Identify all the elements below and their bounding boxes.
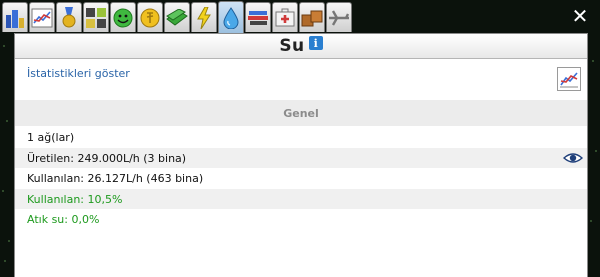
tab-money[interactable] <box>137 2 163 32</box>
show-statistics-link[interactable]: İstatistikleri göster <box>27 67 130 80</box>
info-icon[interactable]: i <box>308 36 323 50</box>
tab-awards[interactable] <box>56 2 82 32</box>
tab-airport[interactable] <box>326 2 352 32</box>
consumed-row: Kullanılan: 26.127L/h (463 bina) <box>27 171 204 185</box>
health-firstaid-icon <box>275 8 295 26</box>
produced-row: Üretilen: 249.000L/h (3 bina) <box>15 148 587 168</box>
tab-city-overview[interactable] <box>2 2 28 32</box>
city-overview-icon <box>6 9 24 28</box>
tab-statistics[interactable] <box>29 2 55 32</box>
coin-icon <box>140 8 160 27</box>
tab-zones[interactable] <box>83 2 109 32</box>
window-title: Su <box>279 36 305 56</box>
eye-icon[interactable] <box>562 151 584 168</box>
zones-grid-icon <box>86 7 106 28</box>
tab-health[interactable] <box>272 2 298 32</box>
airplane-icon <box>329 9 350 26</box>
tab-happiness[interactable] <box>110 2 136 32</box>
section-header-general: Genel <box>15 100 587 126</box>
waste-water-row: Atık su: 0,0% <box>27 212 100 226</box>
tab-water[interactable] <box>218 1 244 33</box>
tab-cargo[interactable] <box>299 2 325 32</box>
networks-row: 1 ağ(lar) <box>27 130 75 144</box>
usage-percent-row: Kullanılan: 10,5% <box>15 189 587 209</box>
close-icon: ✕ <box>571 4 589 28</box>
tab-education[interactable] <box>245 2 271 32</box>
window-title-bar: Su i <box>15 34 587 59</box>
tab-electricity[interactable] <box>191 2 217 32</box>
cargo-boxes-icon <box>301 10 323 26</box>
tab-bar <box>0 0 600 33</box>
close-button[interactable]: ✕ <box>568 4 592 28</box>
statistics-chart-icon <box>560 72 578 88</box>
electricity-bolt-icon <box>197 6 211 29</box>
statistics-chart-button[interactable] <box>557 67 581 91</box>
education-books-icon <box>248 10 268 25</box>
award-medal-icon <box>62 6 76 27</box>
statistics-chart-icon <box>31 8 53 27</box>
water-drop-icon <box>223 6 239 29</box>
tab-budget[interactable] <box>164 2 190 32</box>
money-bills-icon <box>166 8 188 26</box>
happiness-smiley-icon <box>113 8 133 27</box>
water-window: Su i İstatistikleri göster Genel 1 ağ(la… <box>14 33 588 277</box>
produced-text: Üretilen: 249.000L/h (3 bina) <box>27 151 187 165</box>
